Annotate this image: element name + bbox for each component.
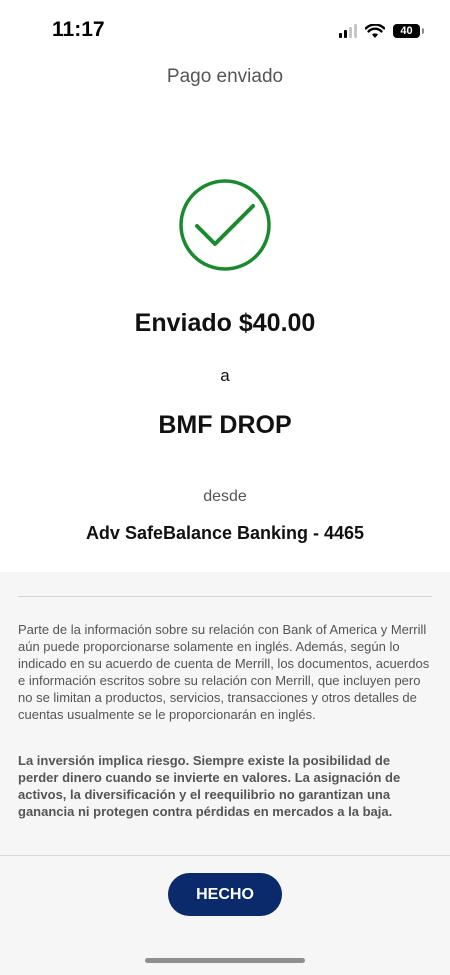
from-label: desde [203,488,247,505]
disclosure-language-notice: Parte de la información sobre su relació… [18,622,430,722]
disclosure-investment-risk: La inversión implica riesgo. Siempre exi… [18,753,401,819]
page-title: Pago enviado [166,66,284,87]
sent-amount: Enviado $40.00 [134,309,316,337]
home-indicator[interactable] [145,958,305,963]
status-icons: 40 [339,20,424,42]
checkmark-circle-icon [179,179,271,271]
recipient-name: BMF DROP [158,411,292,439]
battery-icon: 40 [393,24,424,38]
cellular-signal-icon [339,24,357,38]
divider [0,855,450,856]
done-button[interactable]: HECHO [168,873,282,916]
status-time: 11:17 [52,18,105,41]
status-bar: 11:17 40 [0,0,450,60]
divider [18,596,432,597]
source-account: Adv SafeBalance Banking - 4465 [85,523,365,543]
to-label: a [220,366,230,385]
wifi-icon [365,23,385,38]
